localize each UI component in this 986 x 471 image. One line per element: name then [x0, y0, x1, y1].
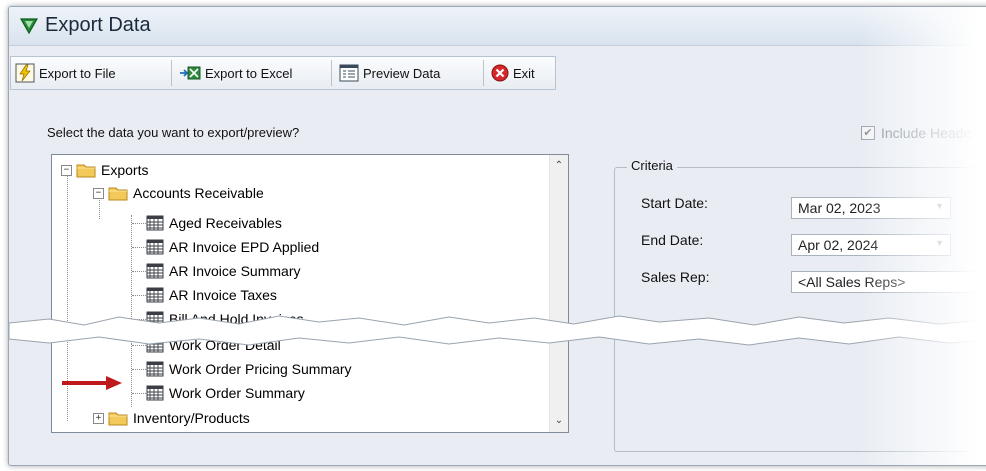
tree-guide [132, 393, 146, 394]
export-to-excel-button[interactable]: Export to Excel [179, 60, 292, 86]
tree-item-ar-invoice-taxes[interactable]: AR Invoice Taxes [146, 284, 277, 306]
tree-guide [131, 343, 132, 407]
folder-icon [108, 187, 128, 201]
start-date-value: Mar 02, 2023 [798, 200, 881, 216]
tree-item-work-order-summary[interactable]: Work Order Summary [146, 382, 305, 404]
tree-guide [132, 295, 146, 296]
toolbar: Export to File Export to Excel Preview D… [10, 56, 556, 90]
exit-button[interactable]: Exit [491, 60, 535, 86]
tree-item-label: AR Invoice EPD Applied [169, 239, 320, 255]
tree-node-inventory-products[interactable]: + Inventory/Products [93, 407, 250, 429]
tree-guide [132, 223, 146, 224]
tree-node-accounts-receivable[interactable]: − Accounts Receivable [93, 182, 264, 204]
tree-item-label: AR Invoice Taxes [169, 287, 277, 303]
tree-guide [132, 247, 146, 248]
window-title: Export Data [45, 14, 151, 36]
tree-item-aged-receivables[interactable]: Aged Receivables [146, 212, 282, 234]
tree-item-ar-invoice-epd-applied[interactable]: AR Invoice EPD Applied [146, 236, 319, 258]
sales-rep-value: <All Sales Reps> [798, 274, 906, 290]
preview-icon [339, 64, 359, 82]
tree-item-label: AR Invoice Summary [169, 263, 301, 279]
tree-item-label: Work Order Summary [169, 385, 305, 401]
export-prompt: Select the data you want to export/previ… [47, 125, 300, 140]
export-to-file-button[interactable]: Export to File [15, 60, 116, 86]
preview-data-label: Preview Data [363, 65, 441, 81]
export-to-file-label: Export to File [39, 65, 116, 81]
collapse-toggle[interactable]: − [93, 187, 104, 199]
lightning-icon [15, 63, 35, 83]
exit-icon [491, 64, 509, 82]
report-icon [146, 385, 164, 401]
tree-node-label: Inventory/Products [133, 410, 250, 426]
report-icon [146, 263, 164, 279]
collapse-toggle[interactable]: − [61, 164, 72, 176]
include-header-checkbox[interactable]: ✔ Include Heade [861, 125, 971, 141]
end-date-label: End Date: [641, 232, 704, 248]
folder-icon [76, 164, 96, 178]
exit-label: Exit [513, 65, 535, 81]
tree-node-exports[interactable]: − Exports [61, 159, 148, 181]
include-header-label: Include Heade [881, 125, 972, 141]
tree-guide [132, 271, 146, 272]
export-data-window: Export Data Export to File Export to Exc… [8, 6, 986, 466]
app-triangle-icon [19, 18, 39, 35]
pointer-arrow-icon [62, 376, 122, 390]
toolbar-separator [171, 60, 172, 86]
title-bar: Export Data [9, 7, 986, 46]
tree-scrollbar[interactable]: ⌃ ⌄ [549, 155, 568, 432]
end-date-field[interactable]: Apr 02, 2024 ▼ [791, 234, 951, 256]
sales-rep-select[interactable]: <All Sales Reps> [791, 271, 986, 293]
torn-edge-divider [9, 315, 986, 346]
dropdown-arrow-icon[interactable]: ▼ [935, 238, 944, 248]
preview-data-button[interactable]: Preview Data [339, 60, 440, 86]
criteria-title: Criteria [627, 158, 677, 173]
report-icon [146, 215, 164, 231]
scroll-up-icon[interactable]: ⌃ [550, 157, 568, 175]
tree-node-label: Exports [101, 162, 149, 178]
scroll-down-icon[interactable]: ⌄ [550, 412, 568, 430]
toolbar-separator [331, 60, 332, 86]
report-icon [146, 239, 164, 255]
tree-guide [132, 369, 146, 370]
export-to-excel-label: Export to Excel [205, 65, 293, 81]
report-icon [146, 361, 164, 377]
end-date-value: Apr 02, 2024 [798, 237, 879, 253]
start-date-label: Start Date: [641, 195, 708, 211]
sales-rep-label: Sales Rep: [641, 269, 710, 285]
toolbar-separator [483, 60, 484, 86]
tree-item-label: Work Order Pricing Summary [169, 361, 352, 377]
dropdown-arrow-icon[interactable]: ▼ [935, 201, 944, 211]
folder-icon [108, 412, 128, 426]
checkbox-box[interactable]: ✔ [861, 126, 875, 140]
tree-item-ar-invoice-summary[interactable]: AR Invoice Summary [146, 260, 300, 282]
export-tree[interactable]: − Exports − Accounts Receivable Aged Rec… [51, 154, 569, 433]
expand-toggle[interactable]: + [93, 412, 104, 424]
tree-item-work-order-pricing-summary[interactable]: Work Order Pricing Summary [146, 358, 352, 380]
report-icon [146, 287, 164, 303]
tree-guide [131, 215, 132, 319]
excel-icon [180, 66, 201, 80]
tree-node-label: Accounts Receivable [133, 185, 264, 201]
start-date-field[interactable]: Mar 02, 2023 ▼ [791, 197, 951, 219]
tree-item-label: Aged Receivables [169, 215, 282, 231]
